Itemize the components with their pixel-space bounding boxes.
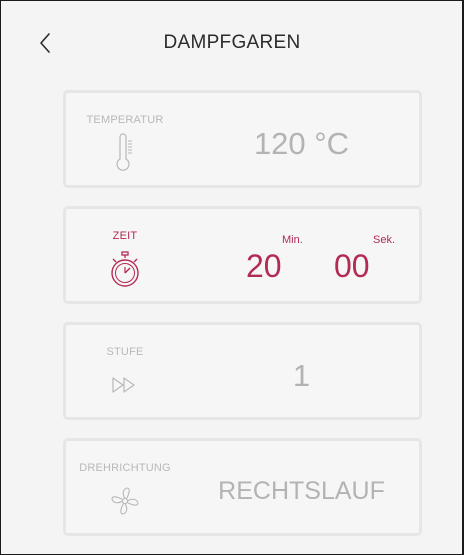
fan-rotation-icon xyxy=(105,481,145,521)
temperature-label: TEMPERATUR xyxy=(86,114,164,126)
page-title: DAMPFGAREN xyxy=(163,32,301,53)
fast-forward-icon xyxy=(105,365,145,405)
level-label: STUFE xyxy=(106,346,144,358)
level-value: 1 xyxy=(292,358,311,393)
minutes-unit: Min. xyxy=(282,234,303,246)
seconds-unit: Sek. xyxy=(373,234,396,246)
temperature-value: 120 °C xyxy=(253,126,350,161)
direction-value: RECHTSLAUF xyxy=(218,477,385,505)
app-screen: DAMPFGAREN TEMPERATUR 120 °C ZEIT 20 Min… xyxy=(0,0,464,555)
direction-card[interactable]: DREHRICHTUNG RECHTSLAUF xyxy=(63,438,422,536)
temperature-card[interactable]: TEMPERATUR 120 °C xyxy=(63,90,422,188)
level-card[interactable]: STUFE 1 xyxy=(63,322,422,420)
stopwatch-icon xyxy=(105,249,145,289)
direction-label: DREHRICHTUNG xyxy=(79,462,171,474)
seconds-value: 00 xyxy=(334,248,370,284)
time-label: ZEIT xyxy=(112,230,138,242)
thermometer-icon xyxy=(105,133,145,173)
minutes-value: 20 xyxy=(246,248,282,284)
time-card[interactable]: ZEIT 20 Min. 00 Sek. xyxy=(63,206,422,304)
header: DAMPFGAREN xyxy=(1,1,463,87)
